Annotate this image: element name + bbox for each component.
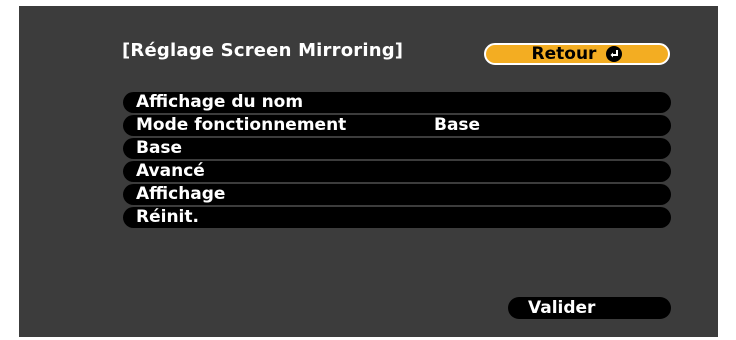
valider-button[interactable]: Valider <box>508 297 671 319</box>
menu-item-label: Base <box>136 138 183 158</box>
menu-item-label: Réinit. <box>136 207 199 227</box>
menu-item-label: Affichage <box>136 184 226 204</box>
menu-item-affichage[interactable]: Affichage <box>123 184 671 205</box>
menu-item-affichage-du-nom[interactable]: Affichage du nom <box>123 92 671 113</box>
valider-button-label: Valider <box>528 298 596 318</box>
page-title: [Réglage Screen Mirroring] <box>122 40 404 61</box>
back-button-label: Retour <box>531 44 597 64</box>
menu-item-value: Base <box>434 115 481 135</box>
menu-item-label: Mode fonctionnement <box>136 115 347 135</box>
menu-item-reinit[interactable]: Réinit. <box>123 207 671 228</box>
menu-item-avance[interactable]: Avancé <box>123 161 671 182</box>
osd-panel: [Réglage Screen Mirroring] Retour Affich… <box>19 6 718 337</box>
menu-item-label: Avancé <box>136 161 205 181</box>
menu-item-label: Affichage du nom <box>136 92 304 112</box>
enter-return-icon <box>606 46 623 62</box>
menu-item-mode-fonctionnement[interactable]: Mode fonctionnement Base <box>123 115 671 136</box>
menu-item-base[interactable]: Base <box>123 138 671 159</box>
back-button[interactable]: Retour <box>484 43 670 65</box>
